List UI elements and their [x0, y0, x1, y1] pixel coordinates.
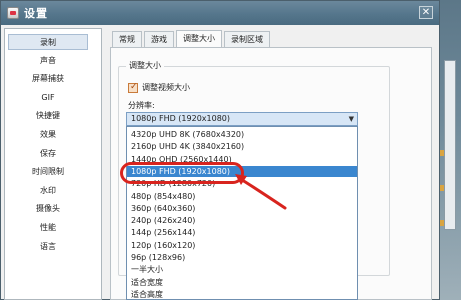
nav-item[interactable]: 快捷键 [8, 108, 88, 124]
nav-item[interactable]: GIF [8, 90, 88, 106]
resolution-selected-value: 1080p FHD (1920x1080) [131, 114, 230, 123]
resolution-select[interactable]: 1080p FHD (1920x1080) ▼ [126, 112, 358, 126]
nav-item[interactable]: 屏幕捕获 [8, 71, 88, 87]
nav-item[interactable]: 保存 [8, 146, 88, 162]
resolution-option[interactable]: 2160p UHD 4K (3840x2160) [127, 141, 357, 152]
nav-item[interactable]: 效果 [8, 127, 88, 143]
tab[interactable]: 录制区域 [224, 31, 270, 47]
resolution-dropdown: 4320p UHD 8K (7680x4320) 2160p UHD 4K (38… [126, 126, 358, 300]
resize-video-label: 调整视频大小 [142, 83, 190, 92]
close-button[interactable]: ✕ [419, 6, 433, 19]
resize-video-option[interactable]: 调整视频大小 [128, 82, 190, 93]
title-bar[interactable]: 设置 ✕ [1, 1, 439, 25]
resolution-option[interactable]: 120p (160x120) [127, 240, 357, 251]
nav-item[interactable]: 摄像头 [8, 201, 88, 217]
resize-video-checkbox[interactable] [128, 82, 138, 93]
background-marker [440, 220, 444, 226]
nav-item[interactable]: 性能 [8, 220, 88, 236]
resolution-option[interactable]: 96p (128x96) [127, 252, 357, 263]
resolution-option[interactable]: 240p (426x240) [127, 215, 357, 226]
background-panel [444, 60, 456, 230]
background-marker [440, 150, 444, 156]
resolution-option[interactable]: 144p (256x144) [127, 227, 357, 238]
chevron-down-icon[interactable]: ▼ [349, 113, 354, 125]
resolution-option[interactable]: 4320p UHD 8K (7680x4320) [127, 129, 357, 140]
tab[interactable]: 常规 [112, 31, 142, 47]
annotation-arrow-icon [235, 174, 287, 210]
tab[interactable]: 游戏 [144, 31, 174, 47]
resolution-label: 分辨率: [128, 101, 155, 110]
app-icon [7, 7, 19, 19]
tab-bar: 常规 游戏 调整大小 录制区域 [112, 30, 272, 47]
nav-item[interactable]: 时间限制 [8, 164, 88, 180]
tab[interactable]: 调整大小 [176, 30, 222, 47]
resolution-option[interactable]: 适合宽度 [127, 277, 357, 288]
window-title: 设置 [24, 7, 48, 20]
resolution-option[interactable]: 适合高度 [127, 289, 357, 299]
resize-group-title: 调整大小 [126, 60, 164, 71]
resolution-option[interactable]: 一半大小 [127, 264, 357, 275]
nav-item[interactable]: 录制 [8, 34, 88, 50]
nav-item[interactable]: 声音 [8, 53, 88, 69]
background-marker [440, 185, 444, 191]
nav-item[interactable]: 水印 [8, 183, 88, 199]
nav-item[interactable]: 语言 [8, 239, 88, 255]
